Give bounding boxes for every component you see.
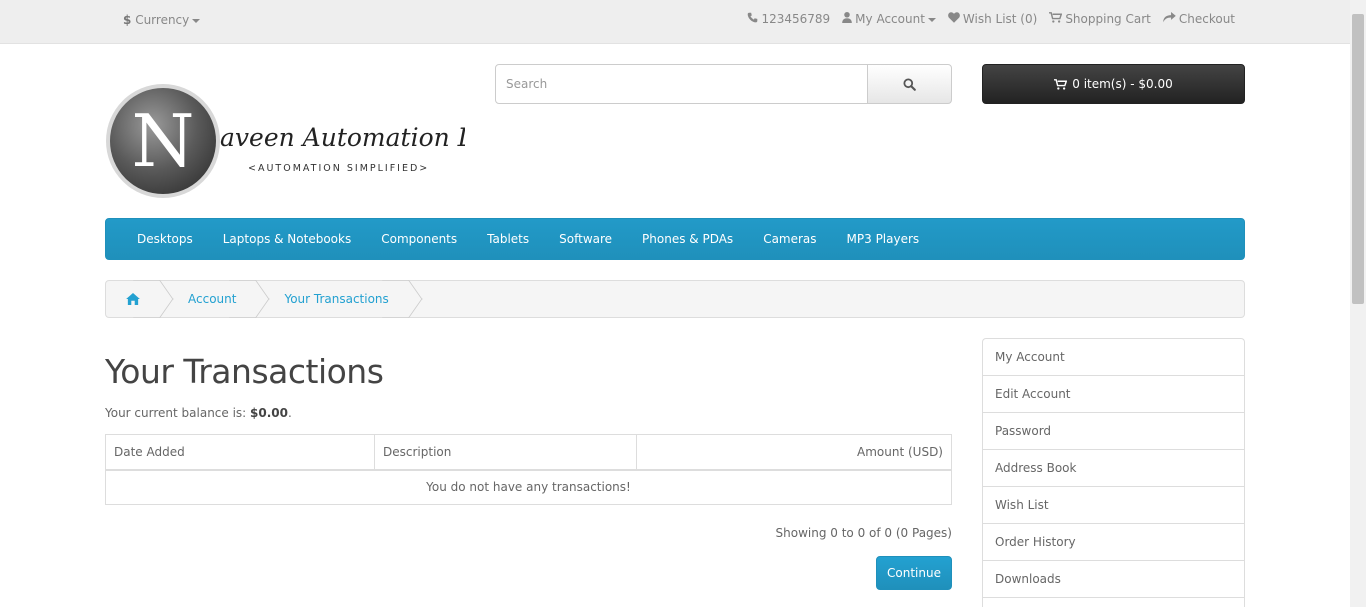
checkout-label: Checkout	[1178, 12, 1235, 26]
sidebar-item-password[interactable]: Password	[983, 413, 1244, 450]
scrollbar-thumb[interactable]	[1352, 14, 1364, 304]
column-date-added: Date Added	[105, 434, 375, 471]
column-description: Description	[374, 434, 637, 471]
balance-value: $0.00	[250, 406, 289, 420]
breadcrumb-home[interactable]	[106, 281, 168, 317]
cart-icon	[1054, 78, 1068, 90]
breadcrumb-your-transactions[interactable]: Your Transactions	[264, 281, 416, 317]
search-icon	[903, 77, 916, 91]
menu-item-tablets[interactable]: Tablets	[472, 232, 544, 246]
menu-item-desktops[interactable]: Desktops	[122, 232, 208, 246]
menu-item-software[interactable]: Software	[544, 232, 627, 246]
pagination-results: Showing 0 to 0 of 0 (0 Pages)	[775, 526, 952, 540]
wishlist-link[interactable]: Wish List (0)	[948, 12, 1037, 26]
phone-icon	[748, 12, 758, 23]
sidebar-item-next[interactable]	[983, 598, 1244, 607]
my-account-dropdown[interactable]: My Account	[842, 12, 936, 26]
caret-down-icon	[192, 18, 201, 23]
breadcrumb-account[interactable]: Account	[168, 281, 264, 317]
sidebar-item-downloads[interactable]: Downloads	[983, 561, 1244, 598]
logo-tagline: <AUTOMATION SIMPLIFIED>	[248, 163, 429, 174]
continue-button[interactable]: Continue	[876, 556, 952, 590]
logo-script-text: aveen Automation Labs	[220, 123, 465, 152]
search-input[interactable]	[495, 64, 868, 104]
user-icon	[842, 12, 852, 23]
balance-text: Your current balance is: $0.00.	[105, 406, 292, 420]
share-icon	[1163, 12, 1176, 23]
cart-icon	[1049, 12, 1063, 23]
phone-link[interactable]: 123456789	[747, 12, 830, 26]
menu-item-components[interactable]: Components	[366, 232, 472, 246]
currency-symbol: $	[123, 13, 132, 27]
site-logo[interactable]: N aveen Automation Labs <AUTOMATION SIMP…	[105, 82, 518, 202]
sidebar-item-order-history[interactable]: Order History	[983, 524, 1244, 561]
sidebar-item-wish-list[interactable]: Wish List	[983, 487, 1244, 524]
sidebar-item-address-book[interactable]: Address Book	[983, 450, 1244, 487]
menu-item-mp3-players[interactable]: MP3 Players	[832, 232, 935, 246]
menu-item-cameras[interactable]: Cameras	[748, 232, 831, 246]
wishlist-label: Wish List (0)	[962, 12, 1038, 26]
heart-icon	[948, 12, 960, 23]
home-icon	[126, 293, 140, 305]
table-row: You do not have any transactions!	[105, 469, 952, 505]
logo-letter: N	[132, 99, 195, 183]
my-account-label: My Account	[855, 12, 925, 26]
phone-number: 123456789	[761, 12, 831, 26]
currency-dropdown[interactable]: $ Currency	[123, 13, 201, 27]
menu-item-phones-pdas[interactable]: Phones & PDAs	[627, 232, 748, 246]
cart-total: 0 item(s) - $0.00	[1072, 77, 1173, 91]
shopping-cart-label: Shopping Cart	[1065, 12, 1151, 26]
caret-down-icon	[927, 17, 936, 22]
shopping-cart-link[interactable]: Shopping Cart	[1049, 12, 1151, 26]
transactions-table: Date Added Description Amount (USD) You …	[105, 434, 952, 505]
breadcrumb: Account Your Transactions	[105, 280, 1245, 318]
main-menu: Desktops Laptops & Notebooks Components …	[105, 218, 1245, 260]
cart-button[interactable]: 0 item(s) - $0.00	[982, 64, 1245, 104]
sidebar-item-my-account[interactable]: My Account	[983, 339, 1244, 376]
balance-prefix: Your current balance is:	[105, 406, 251, 420]
currency-label: Currency	[135, 13, 190, 27]
page-title: Your Transactions	[105, 352, 384, 391]
checkout-link[interactable]: Checkout	[1163, 12, 1235, 26]
menu-item-laptops-notebooks[interactable]: Laptops & Notebooks	[208, 232, 366, 246]
search-button[interactable]	[867, 64, 952, 104]
search-bar	[495, 64, 952, 104]
column-amount: Amount (USD)	[636, 434, 952, 471]
balance-suffix: .	[288, 406, 292, 420]
sidebar-item-edit-account[interactable]: Edit Account	[983, 376, 1244, 413]
top-links: 123456789 My Account Wish List (0) Shopp…	[747, 12, 1235, 26]
empty-message: You do not have any transactions!	[105, 469, 952, 505]
table-header-row: Date Added Description Amount (USD)	[105, 434, 952, 471]
vertical-scrollbar[interactable]	[1350, 0, 1366, 607]
account-sidebar: My Account Edit Account Password Address…	[982, 338, 1245, 607]
top-bar: $ Currency 123456789 My Account Wish Lis…	[0, 0, 1350, 44]
logo-graphic: N aveen Automation Labs <AUTOMATION SIMP…	[106, 84, 518, 198]
